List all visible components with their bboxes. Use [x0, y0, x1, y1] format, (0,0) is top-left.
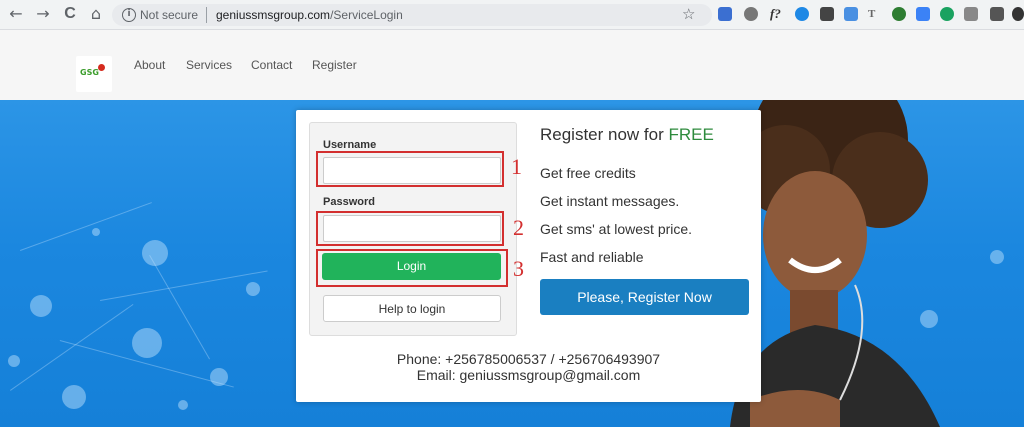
- network-line: [20, 202, 152, 251]
- network-node: [92, 228, 100, 236]
- register-now-button[interactable]: Please, Register Now: [540, 279, 749, 315]
- nav-about[interactable]: About: [134, 58, 165, 72]
- function-extension-icon[interactable]: f?: [770, 7, 784, 21]
- extension-icon[interactable]: [844, 7, 858, 21]
- feature-item: Get instant messages.: [540, 193, 680, 209]
- url-text[interactable]: geniussmsgroup.com/ServiceLogin: [216, 8, 403, 22]
- network-node: [30, 295, 52, 317]
- network-node: [246, 282, 260, 296]
- nav-register[interactable]: Register: [312, 58, 357, 72]
- info-icon[interactable]: i: [122, 8, 136, 22]
- network-line: [100, 270, 268, 301]
- text-extension-icon[interactable]: T: [868, 7, 882, 21]
- feature-item: Fast and reliable: [540, 249, 644, 265]
- annotation-number-3: 3: [513, 256, 524, 281]
- extension-icon[interactable]: [892, 7, 906, 21]
- contact-email: Email: geniussmsgroup@gmail.com: [416, 367, 641, 383]
- extension-icon[interactable]: [744, 7, 758, 21]
- nav-contact[interactable]: Contact: [251, 58, 292, 72]
- password-label: Password: [323, 196, 375, 208]
- browser-toolbar: ← → C ⌂ i Not secure geniussmsgroup.com/…: [0, 0, 1024, 30]
- camera-icon[interactable]: [964, 7, 978, 21]
- annotation-box-2: [316, 211, 504, 246]
- network-node: [8, 355, 20, 367]
- feature-item: Get free credits: [540, 165, 636, 181]
- network-node: [178, 400, 188, 410]
- extension-icon[interactable]: [718, 7, 732, 21]
- help-to-login-button[interactable]: Help to login: [323, 295, 501, 322]
- contact-phone: Phone: +256785006537 / +256706493907: [396, 351, 661, 367]
- annotation-number-1: 1: [511, 154, 522, 179]
- forward-icon[interactable]: →: [33, 4, 53, 24]
- username-label: Username: [323, 139, 377, 151]
- feature-item: Get sms' at lowest price.: [540, 221, 693, 237]
- annotation-box-1: [316, 151, 504, 187]
- profile-avatar[interactable]: [1012, 7, 1024, 21]
- nav-services[interactable]: Services: [186, 58, 232, 72]
- register-heading: Register now for FREE: [540, 125, 714, 144]
- network-node: [210, 368, 228, 386]
- divider: [206, 7, 207, 23]
- security-label: Not secure: [140, 8, 199, 22]
- back-icon[interactable]: ←: [6, 4, 26, 24]
- address-bar[interactable]: i Not secure geniussmsgroup.com/ServiceL…: [112, 4, 712, 26]
- reload-icon[interactable]: C: [60, 4, 80, 24]
- grammarly-icon[interactable]: [940, 7, 954, 21]
- network-node: [62, 385, 86, 409]
- logo-dot: [98, 64, 105, 71]
- bookmark-star-icon[interactable]: ☆: [682, 5, 695, 23]
- network-line: [10, 303, 134, 391]
- network-node: [132, 328, 162, 358]
- home-icon[interactable]: ⌂: [86, 4, 106, 24]
- annotation-number-2: 2: [513, 215, 524, 240]
- site-logo[interactable]: GSG: [76, 56, 112, 92]
- extension-icon[interactable]: [916, 7, 930, 21]
- extension-icon[interactable]: [820, 7, 834, 21]
- puzzle-icon[interactable]: [990, 7, 1004, 21]
- extension-icon[interactable]: [795, 7, 809, 21]
- annotation-box-3: [316, 249, 508, 287]
- logo-text: GSG: [80, 68, 99, 77]
- network-node: [142, 240, 168, 266]
